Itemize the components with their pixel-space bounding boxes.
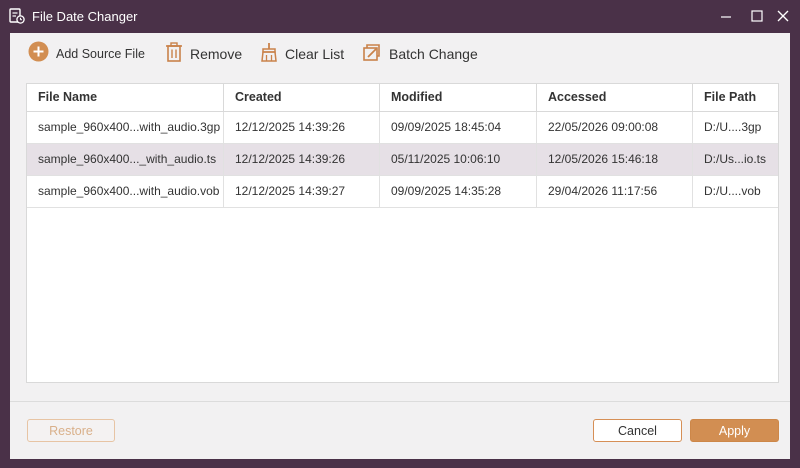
footer: Restore Cancel Apply: [10, 401, 790, 460]
cell-accessed: 29/04/2026 11:17:56: [537, 176, 693, 207]
remove-label: Remove: [190, 46, 243, 62]
cell-modified: 09/09/2025 14:35:28: [380, 176, 537, 207]
toolbar: Add Source File Remove Clear List Batch …: [10, 33, 790, 75]
close-icon[interactable]: [770, 4, 796, 28]
clear-list-button[interactable]: Clear List: [260, 42, 344, 66]
batch-change-button[interactable]: Batch Change: [362, 42, 478, 66]
column-header-created[interactable]: Created: [224, 84, 380, 111]
column-header-accessed[interactable]: Accessed: [537, 84, 693, 111]
table-row[interactable]: sample_960x400...with_audio.3gp 12/12/20…: [27, 112, 778, 144]
cell-created: 12/12/2025 14:39:27: [224, 176, 380, 207]
trash-icon: [165, 41, 183, 67]
cell-accessed: 12/05/2026 15:46:18: [537, 144, 693, 175]
cell-file-path: D:/U....3gp: [704, 120, 762, 134]
batch-edit-icon: [362, 42, 382, 67]
broom-icon: [260, 42, 278, 67]
cell-created: 12/12/2025 14:39:26: [224, 112, 380, 143]
column-header-file-path[interactable]: File Path: [693, 84, 778, 111]
cell-file-path: D:/U....vob: [704, 184, 761, 198]
title-bar: File Date Changer: [0, 0, 800, 33]
column-header-modified[interactable]: Modified: [380, 84, 537, 111]
apply-button[interactable]: Apply: [690, 419, 779, 442]
clear-list-label: Clear List: [285, 46, 345, 62]
table-header: File Name Created Modified Accessed File…: [27, 84, 778, 112]
window-title: File Date Changer: [32, 9, 138, 24]
add-source-file-button[interactable]: Add Source File: [28, 41, 145, 67]
restore-button[interactable]: Restore: [27, 419, 115, 442]
cell-file-name: sample_960x400...with_audio.vob: [27, 176, 224, 207]
minimize-icon[interactable]: [713, 4, 739, 28]
app-icon: [9, 8, 25, 24]
cancel-button[interactable]: Cancel: [593, 419, 682, 442]
batch-change-label: Batch Change: [389, 46, 478, 62]
table-row-selected[interactable]: sample_960x400..._with_audio.ts 12/12/20…: [27, 144, 778, 176]
main-panel: Add Source File Remove Clear List Batch …: [10, 33, 790, 459]
maximize-icon[interactable]: [744, 4, 770, 28]
cell-file-path: D:/Us...io.ts: [704, 152, 767, 166]
cell-modified: 09/09/2025 18:45:04: [380, 112, 537, 143]
add-circle-icon: [28, 41, 49, 67]
add-source-file-label: Add Source File: [56, 47, 145, 61]
cell-created: 12/12/2025 14:39:26: [224, 144, 380, 175]
table-row[interactable]: sample_960x400...with_audio.vob 12/12/20…: [27, 176, 778, 208]
cell-file-name: sample_960x400...with_audio.3gp: [27, 112, 224, 143]
cell-file-name: sample_960x400..._with_audio.ts: [27, 144, 224, 175]
column-header-file-name[interactable]: File Name: [27, 84, 224, 111]
remove-button[interactable]: Remove: [165, 41, 243, 67]
file-table: File Name Created Modified Accessed File…: [26, 83, 779, 383]
cell-modified: 05/11/2025 10:06:10: [380, 144, 537, 175]
cell-accessed: 22/05/2026 09:00:08: [537, 112, 693, 143]
